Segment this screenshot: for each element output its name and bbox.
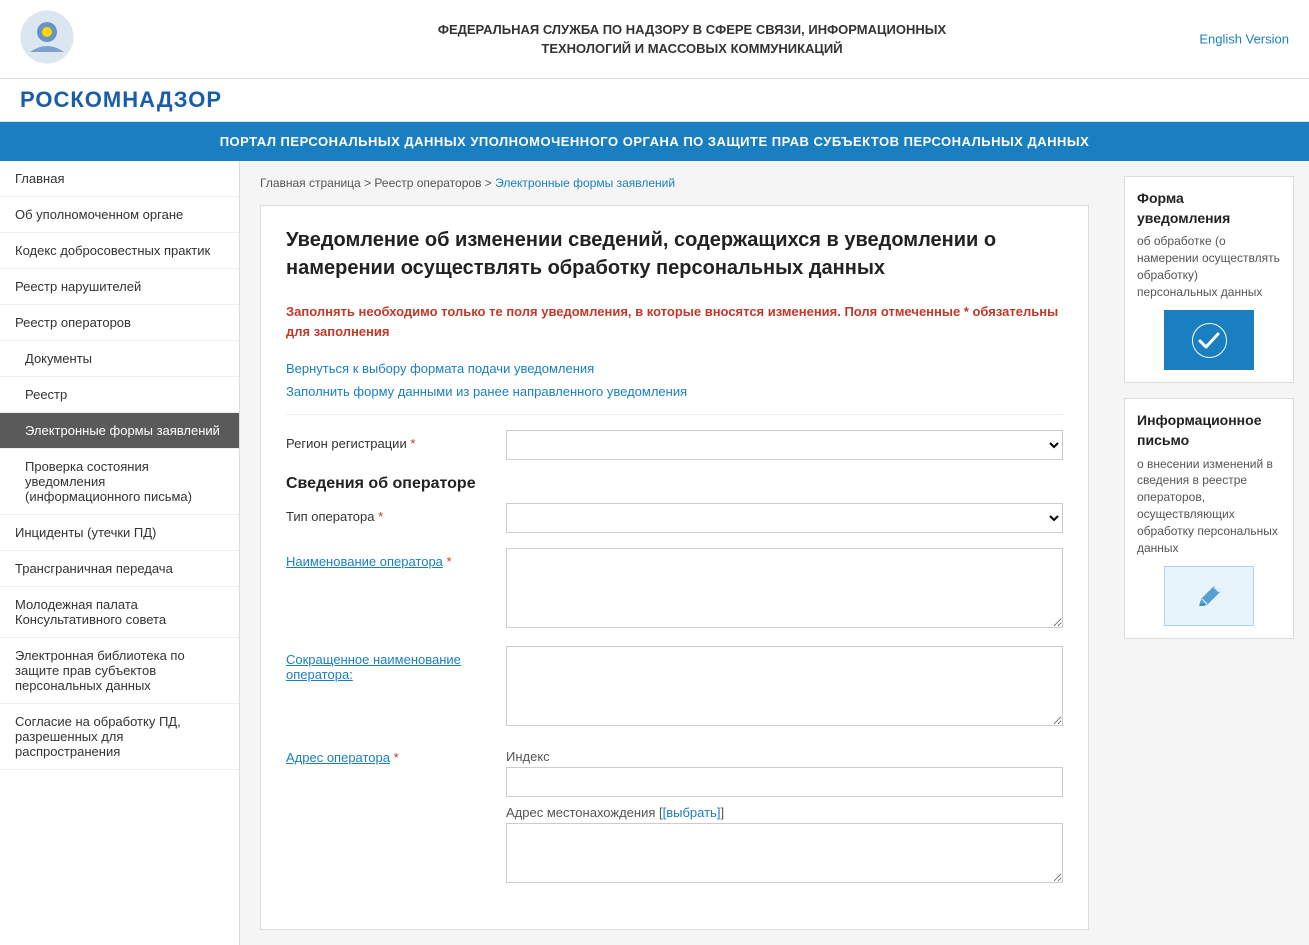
address-location-label: Адрес местонахождения [[выбрать]] [506,805,1063,820]
header-title: ФЕДЕРАЛЬНАЯ СЛУЖБА ПО НАДЗОРУ В СФЕРЕ СВ… [95,20,1289,59]
portal-bar-text: ПОРТАЛ ПЕРСОНАЛЬНЫХ ДАННЫХ УПОЛНОМОЧЕННО… [20,134,1289,149]
operator-address-label: Адрес оператора * [286,744,506,765]
return-link[interactable]: Вернуться к выбору формата подачи уведом… [286,361,1063,376]
operator-type-control [506,503,1063,533]
brand-name: РОСКОМНАДЗОР [20,87,222,112]
sidebar-item-home[interactable]: Главная [0,161,239,197]
form-container: Уведомление об изменении сведений, содер… [260,205,1089,930]
panel-card-2: Информационное письмо о внесении изменен… [1124,398,1294,639]
operator-name-input[interactable] [506,548,1063,628]
operator-type-label: Тип оператора * [286,503,506,524]
english-version-link[interactable]: English Version [1199,32,1289,47]
region-select[interactable] [506,430,1063,460]
page-title: Уведомление об изменении сведений, содер… [286,226,1063,282]
sidebar-item-violators[interactable]: Реестр нарушителей [0,269,239,305]
region-label: Регион регистрации * [286,430,506,451]
breadcrumb: Главная страница > Реестр операторов > Э… [260,176,1089,190]
sidebar-item-operators[interactable]: Реестр операторов [0,305,239,341]
breadcrumb-current: Электронные формы заявлений [495,176,675,190]
operator-name-row: Наименование оператора * [286,548,1063,631]
operator-short-name-row: Сокращенное наименование оператора: [286,646,1063,729]
sidebar-item-library[interactable]: Электронная библиотека по защите прав су… [0,638,239,704]
right-panel: Форма уведомления об обработке (о намере… [1109,161,1309,945]
panel-card-1: Форма уведомления об обработке (о намере… [1124,176,1294,383]
address-select-link[interactable]: [выбрать] [663,805,721,820]
sidebar-item-transborder[interactable]: Трансграничная передача [0,551,239,587]
operator-address-control: Индекс Адрес местонахождения [[выбрать]] [506,749,1063,894]
address-location-row: Адрес местонахождения [[выбрать]] [506,805,1063,886]
fill-link[interactable]: Заполнить форму данными из ранее направл… [286,384,1063,399]
operator-name-label: Наименование оператора * [286,548,506,569]
form-divider-1 [286,414,1063,415]
panel-card-1-icon[interactable] [1164,310,1254,370]
sidebar-item-documents[interactable]: Документы [0,341,239,377]
panel-card-1-title: Форма уведомления [1137,189,1281,228]
region-control [506,430,1063,460]
portal-bar: ПОРТАЛ ПЕРСОНАЛЬНЫХ ДАННЫХ УПОЛНОМОЧЕННО… [0,122,1309,161]
breadcrumb-operators[interactable]: Реестр операторов [374,176,481,190]
content-area: Главная страница > Реестр операторов > Э… [240,161,1109,945]
header: ФЕДЕРАЛЬНАЯ СЛУЖБА ПО НАДЗОРУ В СФЕРЕ СВ… [0,0,1309,79]
header-logo [20,10,80,68]
address-location-input[interactable] [506,823,1063,883]
sidebar-item-youth[interactable]: Молодежная палата Консультативного совет… [0,587,239,638]
panel-card-2-title: Информационное письмо [1137,411,1281,450]
panel-card-1-text: об обработке (о намерении осуществлять о… [1137,233,1281,300]
index-label: Индекс [506,749,1063,764]
brand-bar: РОСКОМНАДЗОР [0,79,1309,122]
sidebar-item-forms[interactable]: Электронные формы заявлений [0,413,239,449]
operator-address-row: Адрес оператора * Индекс Адрес местонахо… [286,744,1063,894]
operator-short-name-control [506,646,1063,729]
operator-type-row: Тип оператора * [286,503,1063,533]
operator-type-select[interactable] [506,503,1063,533]
sidebar-item-incidents[interactable]: Инциденты (утечки ПД) [0,515,239,551]
sidebar-item-codex[interactable]: Кодекс добросовестных практик [0,233,239,269]
region-row: Регион регистрации * [286,430,1063,460]
breadcrumb-home[interactable]: Главная страница [260,176,361,190]
operator-short-name-input[interactable] [506,646,1063,726]
checkmark-icon [1192,323,1227,358]
sidebar-item-check[interactable]: Проверка состояния уведомления (информац… [0,449,239,515]
sidebar: Главная Об уполномоченном органе Кодекс … [0,161,240,945]
sidebar-item-consent[interactable]: Согласие на обработку ПД, разрешенных дл… [0,704,239,770]
panel-card-2-icon[interactable] [1164,566,1254,626]
sidebar-item-registry[interactable]: Реестр [0,377,239,413]
panel-card-2-text: о внесении изменений в сведения в реестр… [1137,456,1281,557]
operator-name-control [506,548,1063,631]
sidebar-item-about[interactable]: Об уполномоченном органе [0,197,239,233]
main-layout: Главная Об уполномоченном органе Кодекс … [0,161,1309,945]
section-operator-title: Сведения об операторе [286,475,1063,493]
index-row: Индекс [506,749,1063,797]
index-input[interactable] [506,767,1063,797]
operator-short-name-label: Сокращенное наименование оператора: [286,646,506,682]
pencil-icon [1192,579,1227,614]
required-note: Заполнять необходимо только те поля увед… [286,302,1063,341]
